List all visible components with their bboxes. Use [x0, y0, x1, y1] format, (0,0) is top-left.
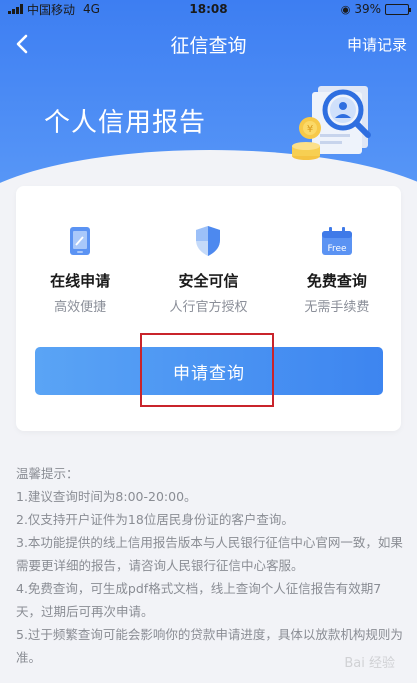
signal-icon — [8, 4, 23, 14]
status-bar: 中国移动 4G 18:08 ◉ 39% — [0, 0, 417, 18]
watermark: Bai 经验 — [344, 652, 395, 671]
tip-item: 3.本功能提供的线上信用报告版本与人民银行征信中心官网一致，如果需要更详细的报告… — [16, 535, 403, 573]
battery-icon — [385, 3, 411, 15]
free-badge-text: Free — [327, 244, 347, 254]
feature-subtitle: 高效便捷 — [54, 300, 107, 315]
feature-title: 安全可信 — [178, 272, 239, 290]
phone-icon — [70, 227, 91, 255]
carrier-label: 中国移动 — [27, 2, 76, 17]
feature-secure: 安全可信 人行官方授权 — [144, 224, 272, 315]
svg-text:¥: ¥ — [307, 124, 313, 135]
network-label: 4G — [83, 2, 100, 16]
apply-records-link[interactable]: 申请记录 — [347, 34, 407, 55]
tips-section: 温馨提示： 1.建议查询时间为8:00-20:00。 2.仅支持开户证件为18位… — [16, 462, 406, 669]
service-card: 在线申请 高效便捷 安全可信 人行官方授权 Free 免费查询 无需手续费 申请… — [16, 186, 401, 431]
back-button[interactable] — [2, 24, 42, 64]
watermark-text: Bai 经验 — [344, 656, 395, 671]
rotation-lock-icon: ◉ — [340, 2, 351, 16]
tip-item: 4.免费查询，可生成pdf格式文档，线上查询个人征信报告有效期7天，过期后可再次… — [16, 581, 382, 619]
tip-item: 2.仅支持开户证件为18位居民身份证的客户查询。 — [16, 512, 294, 527]
battery-percent: 39% — [354, 2, 381, 16]
feature-title: 免费查询 — [306, 272, 367, 290]
nav-bar: 征信查询 申请记录 — [0, 24, 417, 64]
feature-title: 在线申请 — [50, 272, 111, 290]
hero-title: 个人信用报告 — [44, 108, 207, 138]
apply-query-button[interactable]: 申请查询 — [35, 347, 383, 395]
credit-report-illustration: ¥ — [292, 86, 371, 160]
feature-free: Free 免费查询 无需手续费 — [273, 224, 401, 315]
feature-online-apply: 在线申请 高效便捷 — [16, 224, 144, 315]
chevron-left-icon — [16, 34, 28, 54]
free-calendar-icon: Free — [321, 227, 352, 255]
tip-item: 1.建议查询时间为8:00-20:00。 — [16, 489, 197, 504]
feature-subtitle: 无需手续费 — [304, 300, 370, 315]
shield-icon — [196, 226, 221, 256]
feature-list: 在线申请 高效便捷 安全可信 人行官方授权 Free 免费查询 无需手续费 — [16, 224, 401, 315]
tips-heading: 温馨提示： — [16, 466, 79, 481]
feature-subtitle: 人行官方授权 — [169, 300, 248, 315]
